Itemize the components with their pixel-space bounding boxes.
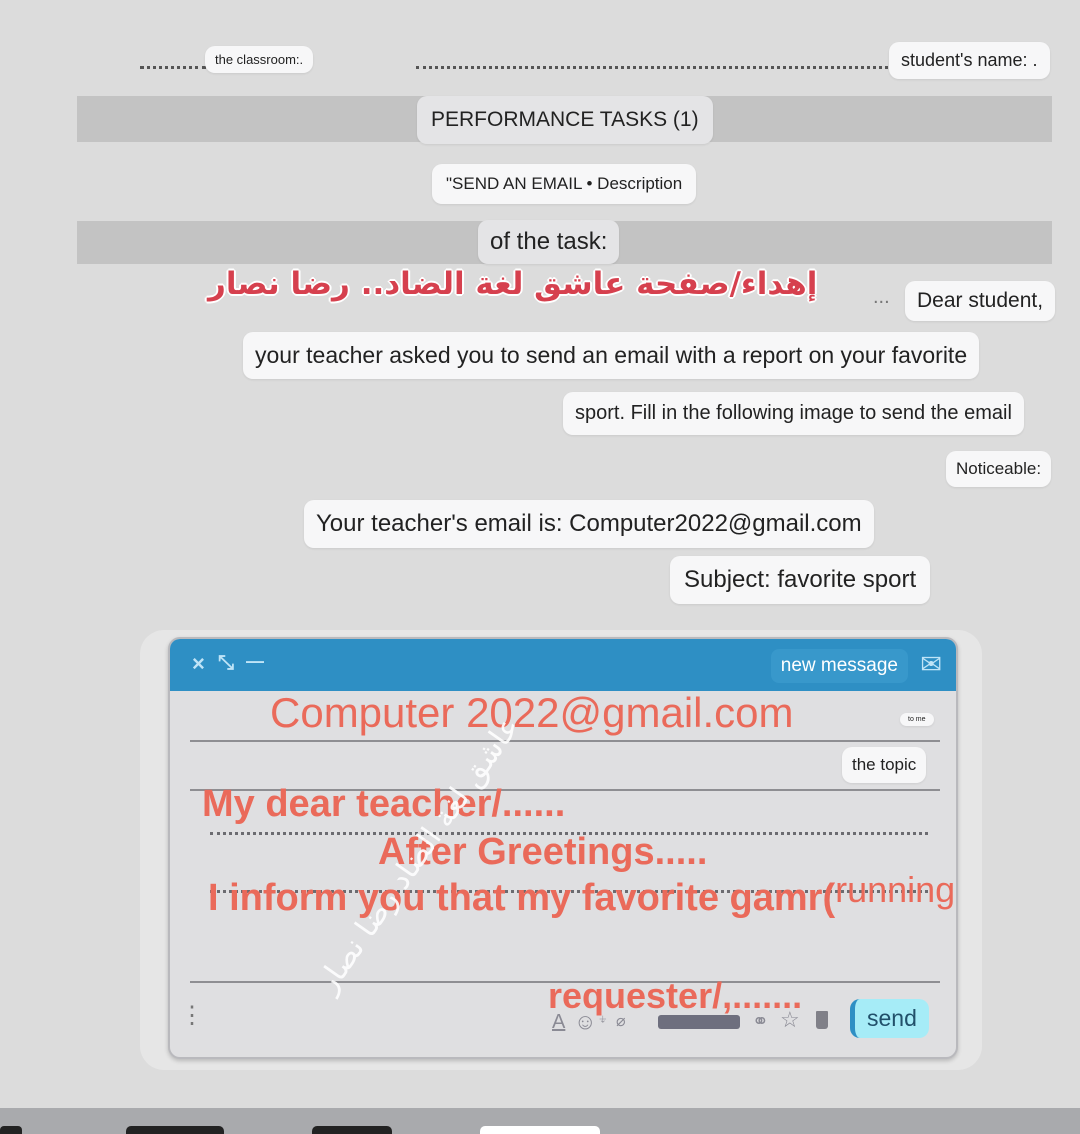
teacher-email-text: Your teacher's email is: Computer2022@gm… — [304, 500, 874, 548]
body-close: ) — [955, 877, 956, 919]
greeting-text: Dear student, — [905, 281, 1056, 321]
attach-icon[interactable]: ⌀ — [616, 1011, 626, 1031]
emoji-icon[interactable]: ☺ — [574, 1009, 596, 1035]
send-button[interactable]: send — [850, 999, 929, 1038]
arabic-dedication: إهداء/صفحة عاشق لغة الضاد.. رضا نصار — [208, 266, 818, 302]
task-name: "SEND AN EMAIL • Description — [432, 164, 697, 204]
body-text-main: I inform you that my favorite gamr( — [208, 877, 836, 919]
student-name-label: student's name: . — [889, 42, 1050, 79]
classroom-dotted-line — [140, 66, 206, 69]
body-text[interactable]: I inform you that my favorite gamr(runni… — [208, 869, 956, 920]
to-field-value[interactable]: Computer 2022@gmail.com — [270, 689, 794, 737]
mail-icon: ✉ — [920, 649, 942, 679]
compose-window: × ⤡ — new message ✉ Computer 2022@gmail.… — [168, 637, 958, 1059]
compose-header: × ⤡ — new message ✉ — [170, 639, 956, 691]
subject-text: Subject: favorite sport — [670, 556, 931, 604]
to-field-underline — [190, 740, 940, 742]
drive-icon[interactable]: ⍖ — [598, 1011, 608, 1029]
photo-insert-bar[interactable] — [658, 1015, 740, 1029]
close-icon[interactable]: × — [192, 651, 205, 677]
nav-tab-3[interactable] — [312, 1126, 392, 1134]
bottom-navigation-bar — [0, 1108, 1080, 1134]
nav-tab-2[interactable] — [126, 1126, 224, 1134]
ellipsis-text: ... — [873, 286, 890, 308]
page-title: PERFORMANCE TASKS (1) — [417, 96, 713, 144]
task-name-continued: of the task: — [478, 220, 620, 264]
more-options-icon[interactable]: ⋮ — [180, 1001, 204, 1030]
compose-title: new message — [770, 649, 908, 683]
format-text-icon[interactable]: A — [552, 1011, 565, 1034]
body-salutation: My dear teacher/...... — [202, 783, 566, 825]
student-name-dotted-line[interactable] — [416, 66, 888, 69]
note-label: Noticeable: — [946, 451, 1052, 487]
to-label: to me — [900, 713, 934, 726]
nav-tab-active[interactable] — [480, 1126, 600, 1134]
classroom-label: the classroom:. — [205, 46, 314, 73]
expand-icon[interactable]: ⤡ — [218, 652, 234, 675]
nav-tab-1[interactable] — [0, 1126, 22, 1134]
star-icon[interactable]: ☆ — [780, 1007, 800, 1033]
topic-label: the topic — [842, 747, 927, 783]
trash-icon[interactable] — [816, 1011, 828, 1029]
instruction-line-2: sport. Fill in the following image to se… — [563, 392, 1024, 435]
instruction-line-1: your teacher asked you to send an email … — [243, 332, 980, 379]
link-icon[interactable]: ⚭ — [752, 1009, 769, 1034]
body-answer: running — [835, 869, 956, 910]
minimize-icon[interactable]: — — [246, 651, 264, 672]
